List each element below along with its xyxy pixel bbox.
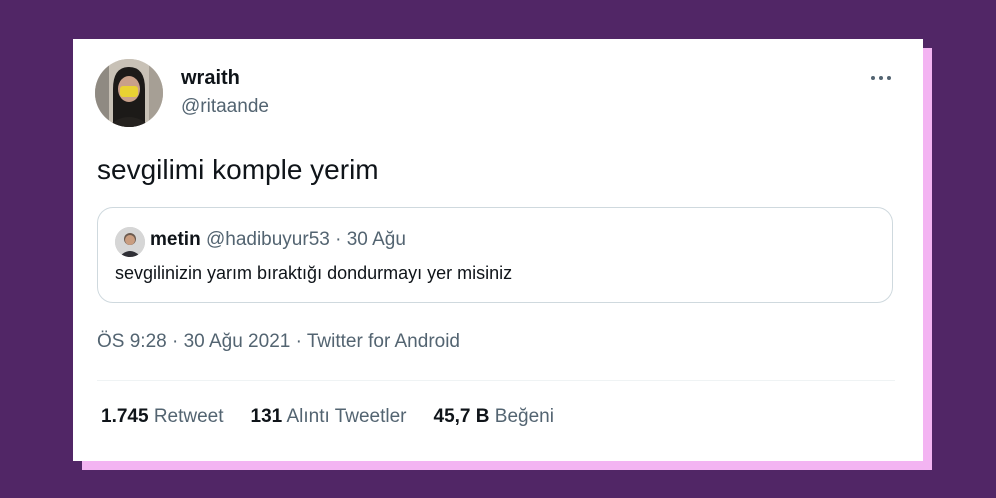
quoted-author-handle: @hadibuyur53 <box>205 229 330 250</box>
separator: · <box>172 331 179 352</box>
quote-tweet-count-value: 131 <box>250 406 283 427</box>
author-handle[interactable]: @ritaande <box>181 96 269 118</box>
like-count-value: 45,7 B <box>433 406 490 427</box>
tweet-stats: 1.745 Retweet 131 Alıntı Tweetler 45,7 B… <box>101 406 554 428</box>
quoted-tweet-text: sevgilinizin yarım bıraktığı dondurmayı … <box>115 263 513 283</box>
tweet-text: sevgilimi komple yerim <box>97 154 379 185</box>
tweet-meta: ÖS 9:28 · 30 Ağu 2021 · Twitter for Andr… <box>97 331 460 353</box>
tweet-date[interactable]: 30 Ağu 2021 <box>184 331 291 352</box>
separator: · <box>295 331 302 352</box>
quote-tweet-count[interactable]: 131 Alıntı Tweetler <box>251 406 407 428</box>
more-horizontal-icon <box>879 76 883 80</box>
author-avatar[interactable] <box>95 59 163 127</box>
quoted-tweet-header: metin @hadibuyur53 · 30 Ağu <box>150 229 406 251</box>
divider <box>97 380 895 381</box>
more-horizontal-icon <box>887 76 891 80</box>
separator: · <box>335 229 342 250</box>
tweet-source[interactable]: Twitter for Android <box>307 331 460 352</box>
quoted-tweet[interactable]: metin @hadibuyur53 · 30 Ağu sevgilinizin… <box>97 207 893 303</box>
retweet-count-value: 1.745 <box>101 406 149 427</box>
more-options-button[interactable] <box>867 65 895 91</box>
author-name[interactable]: wraith <box>181 67 240 90</box>
quoted-author-name: metin <box>150 229 201 250</box>
tweet-card: wraith @ritaande sevgilimi komple yerim … <box>73 39 923 461</box>
more-horizontal-icon <box>871 76 875 80</box>
tweet-time[interactable]: ÖS 9:28 <box>97 331 167 352</box>
quote-tweet-count-label: Alıntı Tweetler <box>286 406 407 427</box>
quoted-author-avatar <box>115 227 145 257</box>
retweet-count[interactable]: 1.745 Retweet <box>101 406 224 428</box>
quoted-tweet-date: 30 Ağu <box>346 229 406 250</box>
like-count[interactable]: 45,7 B Beğeni <box>434 406 554 428</box>
retweet-count-label: Retweet <box>153 406 224 427</box>
like-count-label: Beğeni <box>494 406 554 427</box>
